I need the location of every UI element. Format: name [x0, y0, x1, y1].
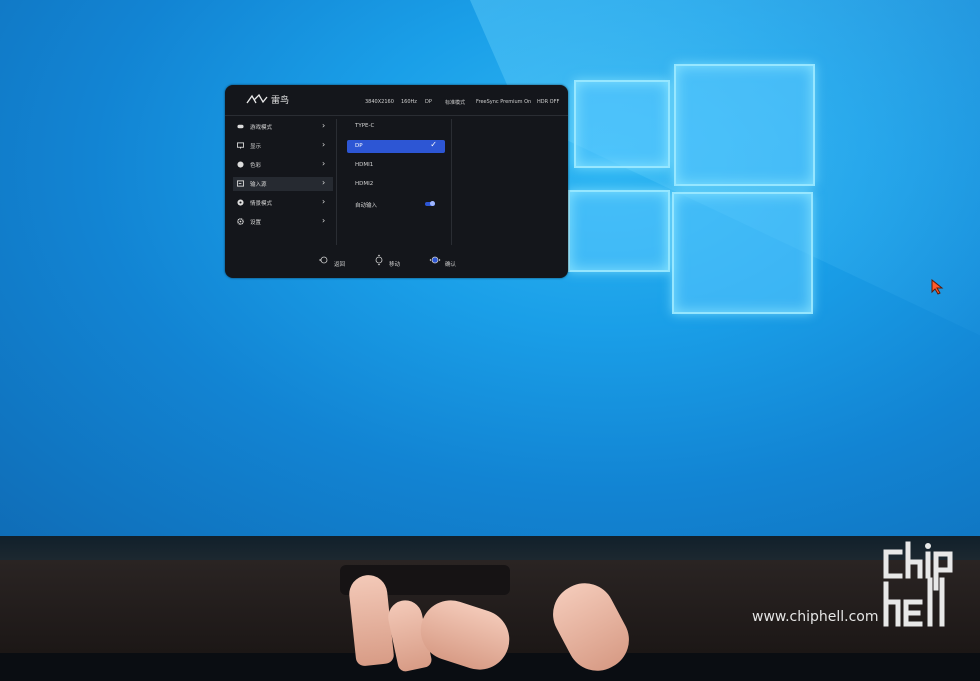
osd-menu-panel: 雷鸟 3840X2160 160Hz DP 标准模式 FreeSync Prem… [225, 85, 568, 278]
chevron-right-icon: › [322, 121, 326, 130]
menu-item-display[interactable]: 显示 › [233, 139, 333, 153]
input-source-icon [237, 180, 244, 187]
menu-item-settings[interactable]: 设置 › [233, 215, 333, 229]
chevron-right-icon: › [322, 178, 326, 187]
option-label: HDMI2 [355, 181, 374, 187]
option-label: HDMI1 [355, 162, 374, 168]
option-label: 自动输入 [355, 203, 378, 209]
gamepad-icon [237, 124, 244, 129]
monitor-icon [237, 142, 244, 149]
joystick-updown-icon [375, 254, 383, 266]
option-hdmi1[interactable]: HDMI1 [347, 159, 445, 172]
option-hdmi2[interactable]: HDMI2 [347, 178, 445, 191]
menu-item-game-mode[interactable]: 游戏模式 › [233, 120, 333, 134]
osd-header: 雷鸟 3840X2160 160Hz DP 标准模式 FreeSync Prem… [225, 85, 568, 116]
status-input: DP [425, 99, 432, 105]
mouse-cursor-icon [931, 279, 944, 295]
monitor-screen: 雷鸟 3840X2160 160Hz DP 标准模式 FreeSync Prem… [0, 0, 980, 548]
footer-move-label: 移动 [389, 262, 401, 268]
chevron-right-icon: › [322, 197, 326, 206]
option-label: DP [355, 143, 363, 149]
menu-item-label: 显示 [250, 144, 262, 150]
column-divider [451, 119, 452, 245]
menu-item-label: 游戏模式 [250, 125, 273, 131]
chiphell-logo [883, 541, 953, 627]
chevron-right-icon: › [322, 140, 326, 149]
joystick-press-icon [429, 256, 441, 264]
settings-gear-icon [237, 218, 244, 225]
watermark-url: www.chiphell.com [752, 609, 879, 625]
footer-confirm-label: 确认 [445, 262, 457, 268]
column-divider [336, 119, 337, 245]
status-refresh-rate: 160Hz [401, 99, 417, 105]
status-resolution: 3840X2160 [365, 99, 394, 105]
windows-logo [560, 58, 815, 314]
brand-logo-icon [246, 94, 268, 104]
menu-item-input-source[interactable]: 输入源 › [233, 177, 333, 191]
option-dp[interactable]: DP ✓ [347, 140, 445, 153]
status-mode: 标准模式 [445, 100, 466, 106]
menu-item-label: 色彩 [250, 163, 262, 169]
menu-item-label: 情景模式 [250, 201, 273, 207]
joystick-left-icon [319, 256, 328, 264]
brand-name: 雷鸟 [271, 96, 290, 106]
scene-mode-icon [237, 199, 244, 206]
status-hdr: HDR OFF [537, 99, 560, 105]
auto-input-toggle[interactable] [425, 201, 435, 206]
chevron-right-icon: › [322, 216, 326, 225]
palette-icon [237, 161, 244, 168]
footer-back-label: 返回 [334, 262, 346, 268]
menu-item-color[interactable]: 色彩 › [233, 158, 333, 172]
option-label: TYPE-C [355, 123, 375, 129]
menu-item-scene-mode[interactable]: 情景模式 › [233, 196, 333, 210]
chevron-right-icon: › [322, 159, 326, 168]
menu-item-label: 设置 [250, 220, 262, 226]
status-freesync: FreeSync Premium On [476, 99, 532, 105]
checkmark-icon: ✓ [430, 140, 437, 149]
option-type-c[interactable]: TYPE-C [347, 120, 445, 133]
menu-item-label: 输入源 [250, 182, 267, 188]
